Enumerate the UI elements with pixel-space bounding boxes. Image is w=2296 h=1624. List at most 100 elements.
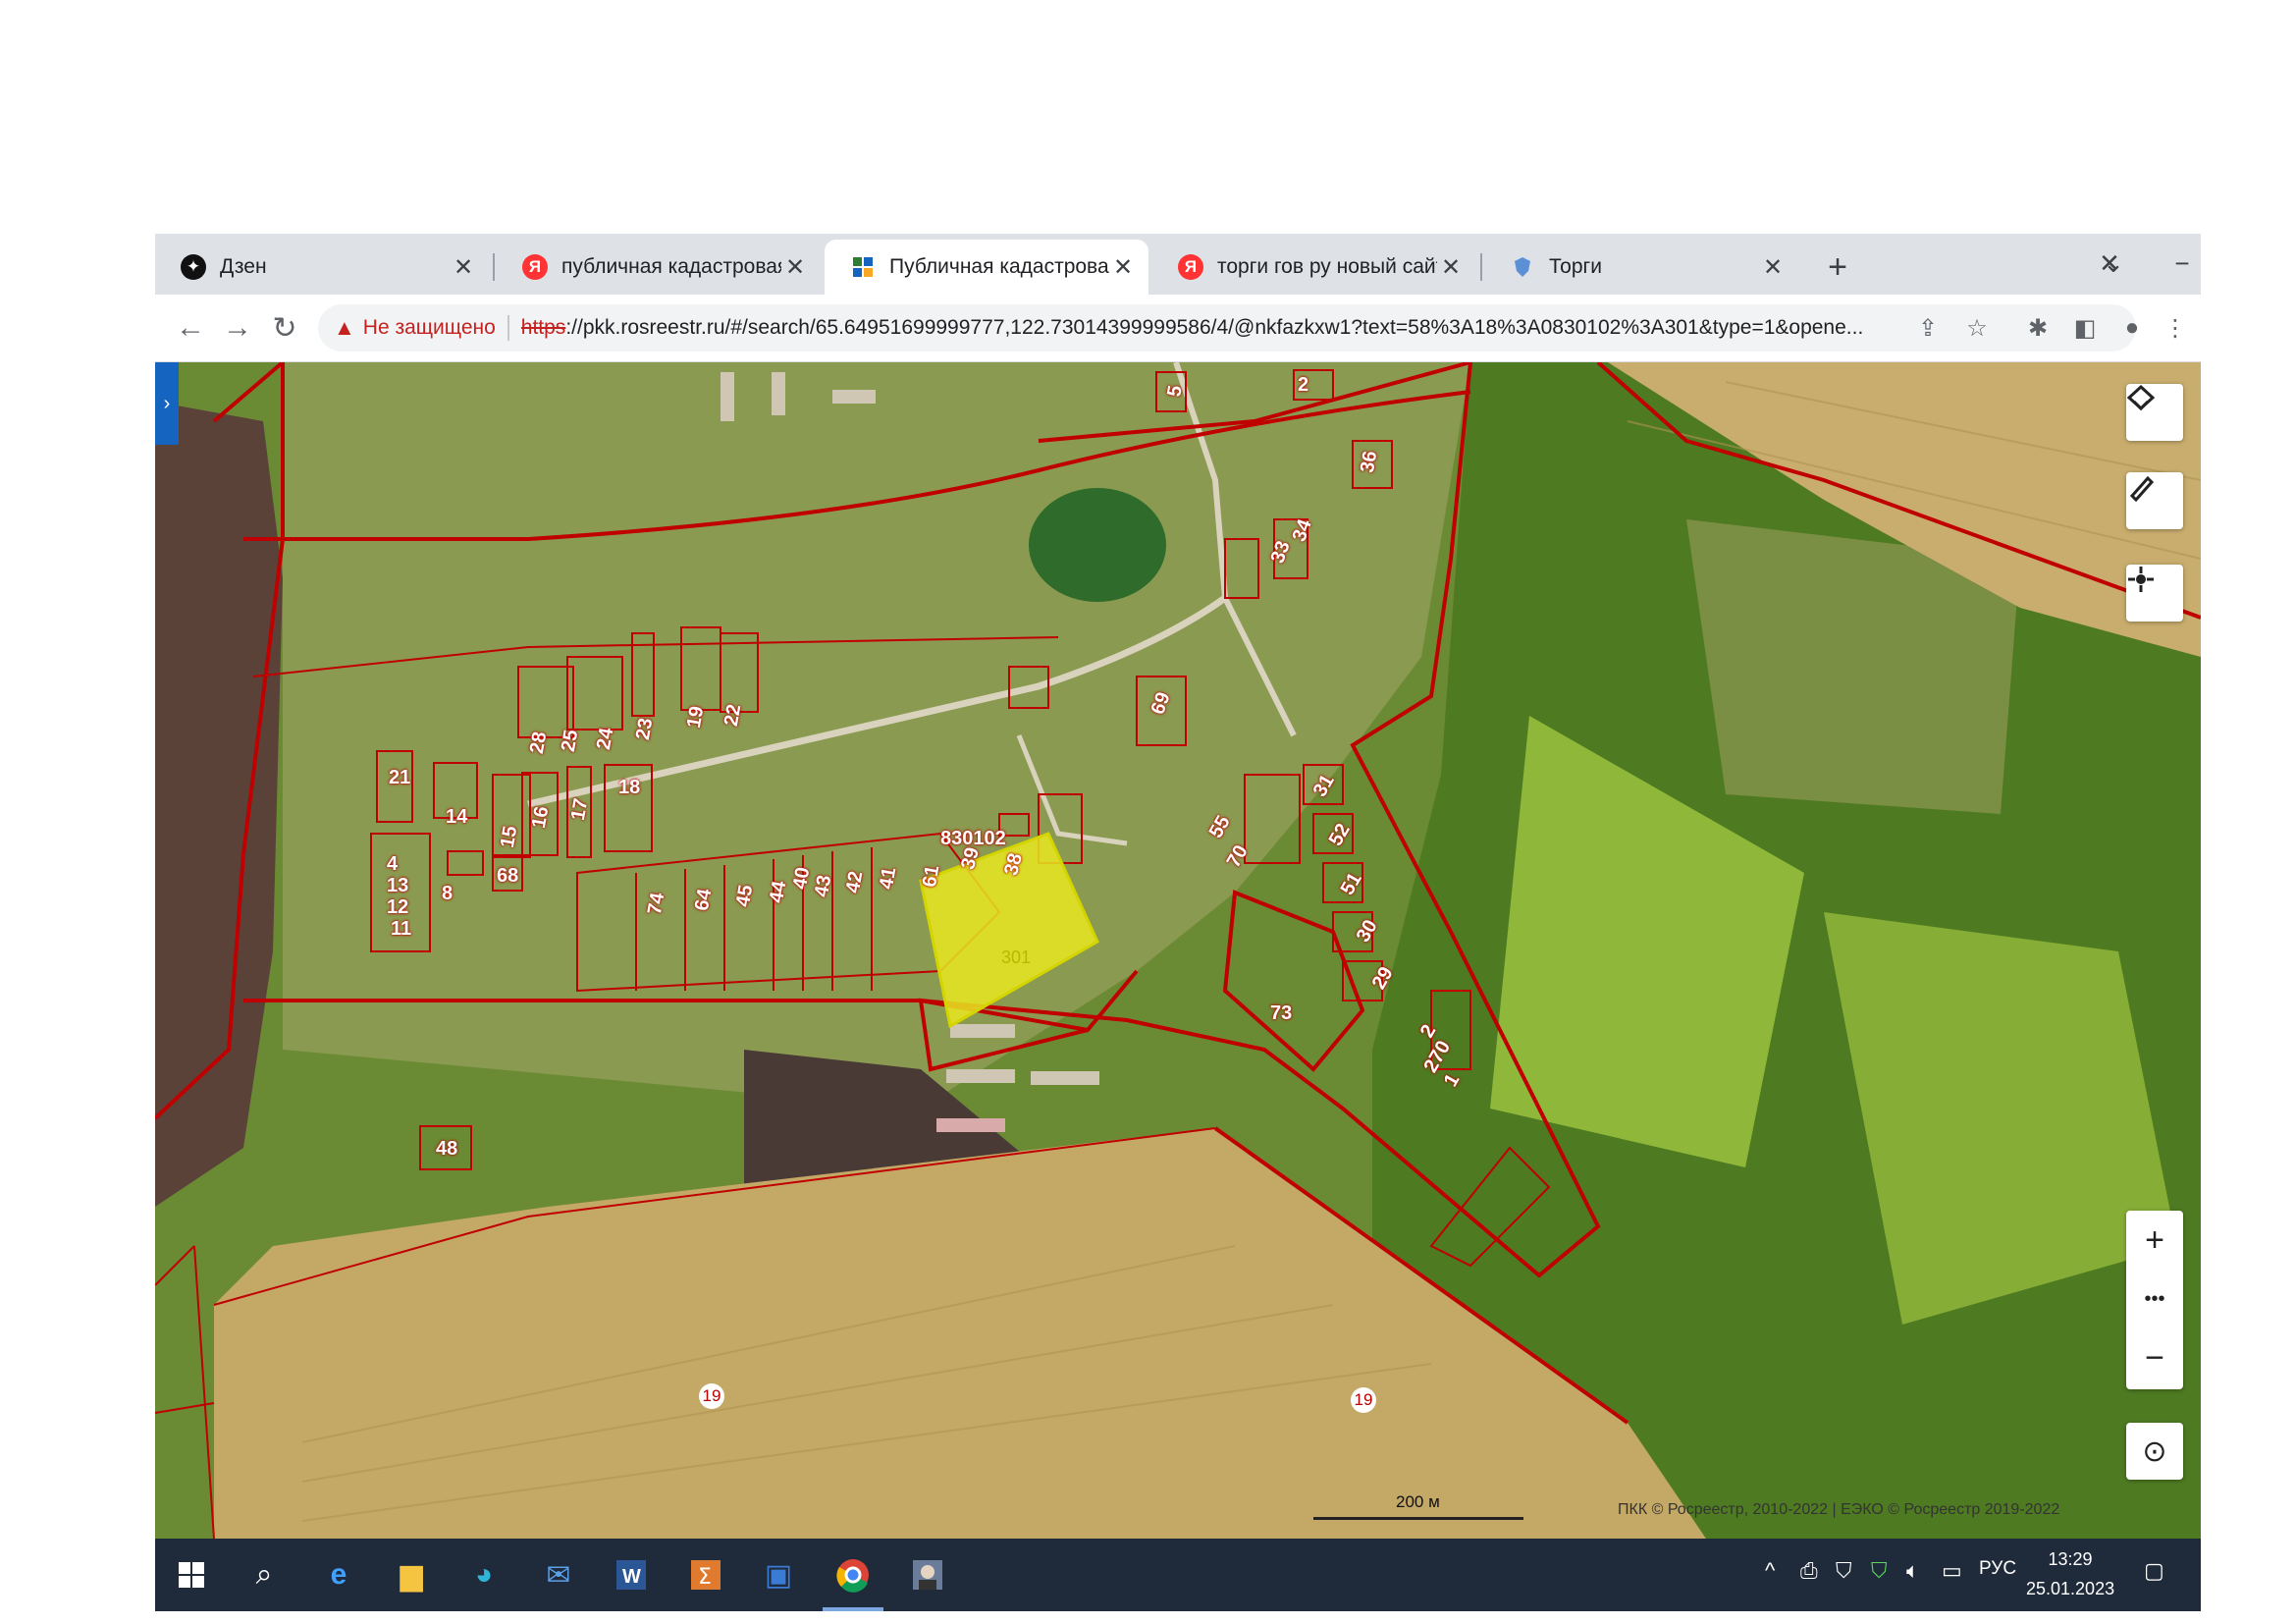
meet-now-icon[interactable]: ⎙ bbox=[1800, 1558, 1818, 1584]
parcel-label[interactable]: 48 bbox=[436, 1138, 457, 1161]
zoom-control: + ••• − bbox=[2126, 1211, 2183, 1389]
cadastral-map[interactable]: › 5 2 36 34 33 69 28 25 24 23 19 22 21 1… bbox=[155, 362, 2201, 1539]
tab-torgi[interactable]: Торги ✕ bbox=[1484, 240, 1798, 295]
close-icon[interactable]: ✕ bbox=[1437, 253, 1465, 282]
parcel-label[interactable]: 19 bbox=[683, 705, 710, 731]
parcel-label[interactable]: 4 bbox=[387, 853, 398, 876]
word-icon[interactable]: W bbox=[605, 1548, 658, 1601]
map-copyright: ПКК © Росреестр, 2010-2022 | ЕЭКО © Роср… bbox=[1618, 1501, 2060, 1518]
clock-time: 13:29 bbox=[2048, 1549, 2093, 1569]
selected-parcel-label[interactable]: 301 bbox=[1001, 947, 1031, 968]
close-icon[interactable]: ✕ bbox=[1759, 253, 1787, 282]
parcel-label[interactable]: 41 bbox=[876, 866, 902, 892]
app-avatar-icon[interactable] bbox=[901, 1548, 954, 1601]
antivirus-icon[interactable]: ⛉ bbox=[1871, 1558, 1888, 1584]
tab-pkk-map[interactable]: Публичная кадастровая кар ✕ bbox=[825, 240, 1148, 295]
share-icon[interactable]: ⇪ bbox=[1908, 308, 1948, 348]
tab-separator bbox=[493, 253, 495, 281]
side-panel-icon[interactable]: ◧ bbox=[2065, 308, 2105, 348]
compass-button[interactable]: ⊙ bbox=[2126, 1423, 2183, 1480]
language-indicator[interactable]: РУС bbox=[1979, 1558, 2016, 1580]
tab-title: Публичная кадастровая кар bbox=[889, 255, 1109, 278]
parcel-label[interactable]: 44 bbox=[766, 880, 792, 905]
forward-icon[interactable]: → bbox=[216, 306, 259, 350]
chrome-icon[interactable] bbox=[827, 1548, 880, 1601]
parcel-label[interactable]: 14 bbox=[446, 806, 467, 829]
screen: ✦ Дзен ✕ Я публичная кадастровая кар ✕ П… bbox=[155, 234, 2201, 1611]
field-parcel-label[interactable]: 19 bbox=[1351, 1387, 1376, 1413]
parcel-label[interactable]: 16 bbox=[528, 805, 555, 831]
torgi-icon bbox=[1510, 254, 1535, 280]
parcel-label[interactable]: 36 bbox=[1357, 450, 1383, 475]
security-label[interactable]: Не защищено bbox=[363, 316, 496, 340]
back-icon[interactable]: ← bbox=[169, 306, 212, 350]
tab-torgi-search[interactable]: Я торги гов ру новый сайт — ✕ bbox=[1152, 240, 1476, 295]
parcel-label[interactable]: 12 bbox=[387, 896, 408, 919]
defender-icon[interactable]: ⛉ bbox=[1836, 1558, 1852, 1584]
parcel-label[interactable]: 73 bbox=[1270, 1002, 1292, 1025]
cadastral-block-label[interactable]: 830102 bbox=[940, 828, 1006, 850]
bookmark-star-icon[interactable]: ☆ bbox=[1957, 308, 1997, 348]
parcel-label[interactable]: 28 bbox=[526, 731, 553, 756]
zoom-out-button[interactable]: − bbox=[2126, 1328, 2183, 1387]
parcel-label[interactable]: 17 bbox=[567, 797, 594, 823]
parcel-label[interactable]: 61 bbox=[919, 864, 945, 890]
menu-icon[interactable]: ⋮ bbox=[2156, 308, 2195, 348]
close-icon[interactable]: ✕ bbox=[781, 253, 809, 282]
profile-icon[interactable]: ● bbox=[2112, 308, 2152, 348]
parcel-label[interactable]: 2 bbox=[1298, 374, 1308, 397]
clock-date: 25.01.2023 bbox=[2026, 1579, 2115, 1598]
volume-icon[interactable]: 🔈︎ bbox=[1906, 1558, 1919, 1584]
tab-title: Дзен bbox=[220, 255, 267, 278]
parcel-label[interactable]: 21 bbox=[389, 767, 410, 789]
zoom-in-button[interactable]: + bbox=[2126, 1211, 2183, 1270]
ruler-icon[interactable] bbox=[2126, 472, 2183, 529]
close-icon[interactable]: ✕ bbox=[450, 253, 477, 282]
parcel-label[interactable]: 22 bbox=[721, 703, 747, 729]
internet-explorer-icon[interactable]: e bbox=[312, 1548, 365, 1601]
mail-icon[interactable]: ✉ bbox=[532, 1548, 585, 1601]
parcel-label[interactable]: 11 bbox=[391, 918, 411, 941]
search-icon[interactable]: ⌕ bbox=[238, 1548, 291, 1601]
parcel-label[interactable]: 42 bbox=[842, 870, 869, 895]
dzen-icon: ✦ bbox=[181, 254, 206, 280]
tab-yandex-search[interactable]: Я публичная кадастровая кар ✕ bbox=[497, 240, 821, 295]
tab-dzen[interactable]: ✦ Дзен ✕ bbox=[155, 240, 489, 295]
side-panel-toggle[interactable]: › bbox=[155, 362, 179, 445]
layers-icon[interactable] bbox=[2126, 384, 2183, 441]
parcel-label[interactable]: 64 bbox=[691, 888, 718, 913]
url-text[interactable]: https://pkk.rosreestr.ru/#/search/65.649… bbox=[521, 316, 1876, 340]
close-window-icon[interactable]: ✕ bbox=[2085, 242, 2134, 285]
tab-title: публичная кадастровая кар bbox=[561, 255, 781, 278]
parcel-label[interactable]: 74 bbox=[644, 892, 670, 917]
url-scheme: https bbox=[520, 316, 566, 339]
calculator-icon[interactable]: Σ bbox=[679, 1548, 732, 1601]
parcel-label[interactable]: 68 bbox=[497, 865, 518, 888]
parcel-label[interactable]: 24 bbox=[593, 727, 619, 752]
scale-label: 200 м bbox=[1396, 1492, 1440, 1511]
start-icon[interactable] bbox=[165, 1548, 218, 1601]
parcel-label[interactable]: 18 bbox=[618, 777, 640, 799]
file-explorer-icon[interactable]: ▆ bbox=[385, 1548, 438, 1601]
tray-expand-icon[interactable]: ^ bbox=[1765, 1558, 1775, 1584]
parcel-label[interactable]: 8 bbox=[442, 883, 453, 905]
parcel-label[interactable]: 43 bbox=[811, 874, 837, 899]
parcel-label[interactable]: 13 bbox=[387, 875, 408, 897]
zoom-more-button[interactable]: ••• bbox=[2126, 1270, 2183, 1328]
clock[interactable]: 13:29 25.01.2023 bbox=[2026, 1544, 2114, 1603]
parcel-label[interactable]: 23 bbox=[632, 717, 659, 742]
notifications-icon[interactable]: ▢ bbox=[2144, 1558, 2164, 1584]
map-imagery bbox=[155, 362, 2201, 1539]
locate-icon[interactable] bbox=[2126, 565, 2183, 622]
network-icon[interactable]: ▭ bbox=[1942, 1558, 1962, 1584]
address-bar[interactable]: ▲ Не защищено https://pkk.rosreestr.ru/#… bbox=[318, 304, 2136, 352]
close-icon[interactable]: ✕ bbox=[1109, 253, 1137, 282]
parcel-label[interactable]: 25 bbox=[558, 729, 584, 754]
parcel-label[interactable]: 45 bbox=[732, 884, 759, 909]
edge-icon[interactable]: ◕ bbox=[457, 1548, 510, 1601]
field-parcel-label[interactable]: 19 bbox=[699, 1383, 724, 1409]
parcel-label[interactable]: 15 bbox=[497, 825, 523, 850]
reload-icon[interactable]: ↻ bbox=[263, 306, 306, 350]
extensions-icon[interactable]: ✱ bbox=[2018, 308, 2057, 348]
save-disk-icon[interactable]: ▣ bbox=[752, 1548, 805, 1601]
